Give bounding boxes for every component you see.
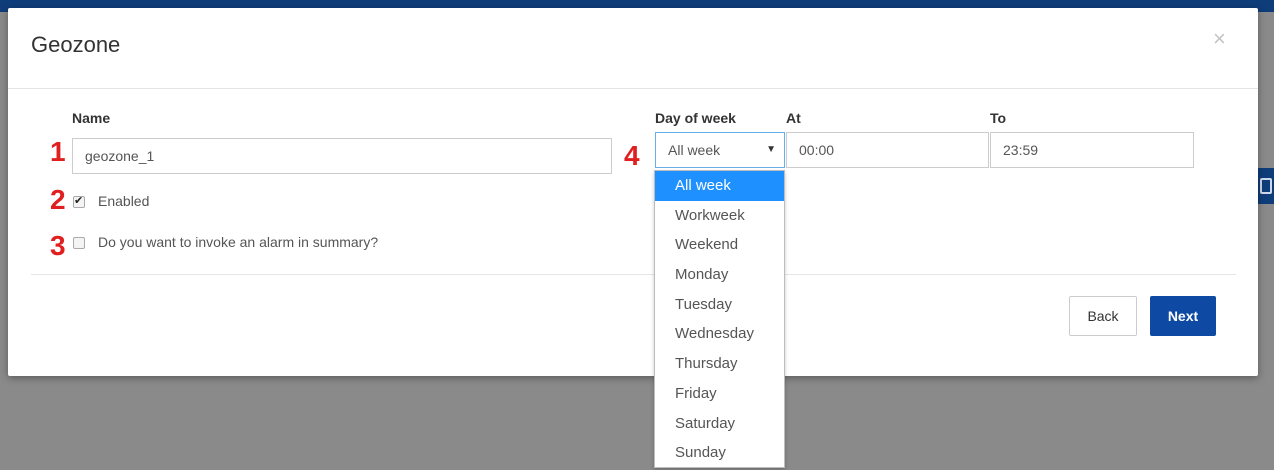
- step-marker-4: 4: [624, 140, 640, 171]
- day-of-week-options: All week Workweek Weekend Monday Tuesday…: [654, 170, 785, 468]
- modal-header: Geozone ×: [8, 8, 1258, 89]
- tab-icon: [1260, 178, 1272, 194]
- close-icon[interactable]: ×: [1213, 28, 1226, 50]
- step-marker-1: 1: [50, 136, 66, 167]
- step-marker-3: 3: [50, 230, 66, 261]
- geozone-dialog: Geozone × Name 1 geozone_1 2 Enabled 3 D…: [8, 8, 1258, 376]
- background-side-tab: [1256, 168, 1274, 204]
- option-weekend[interactable]: Weekend: [655, 230, 784, 260]
- footer-divider: [31, 274, 1236, 275]
- option-all-week[interactable]: All week: [655, 171, 784, 201]
- to-time-input[interactable]: 23:59: [990, 132, 1194, 168]
- at-time-input[interactable]: 00:00: [786, 132, 989, 168]
- modal-title: Geozone: [31, 32, 121, 57]
- day-of-week-label: Day of week: [655, 110, 736, 126]
- day-of-week-select[interactable]: All week ▼: [655, 132, 785, 168]
- day-of-week-value: All week: [668, 142, 721, 158]
- caret-down-icon: ▼: [766, 144, 776, 155]
- option-friday[interactable]: Friday: [655, 379, 784, 409]
- option-monday[interactable]: Monday: [655, 260, 784, 290]
- alarm-checkbox[interactable]: [73, 237, 85, 249]
- option-workweek[interactable]: Workweek: [655, 201, 784, 231]
- option-wednesday[interactable]: Wednesday: [655, 319, 784, 349]
- option-saturday[interactable]: Saturday: [655, 409, 784, 439]
- back-button[interactable]: Back: [1069, 296, 1137, 336]
- option-sunday[interactable]: Sunday: [655, 438, 784, 468]
- step-marker-2: 2: [50, 184, 66, 215]
- at-label: At: [786, 110, 801, 126]
- enabled-label: Enabled: [98, 193, 150, 209]
- next-button[interactable]: Next: [1150, 296, 1216, 336]
- enabled-checkbox[interactable]: [73, 194, 85, 208]
- option-tuesday[interactable]: Tuesday: [655, 290, 784, 320]
- name-label: Name: [72, 110, 111, 126]
- name-input[interactable]: geozone_1: [72, 138, 612, 174]
- alarm-label: Do you want to invoke an alarm in summar…: [98, 234, 379, 250]
- to-label: To: [990, 110, 1007, 126]
- option-thursday[interactable]: Thursday: [655, 349, 784, 379]
